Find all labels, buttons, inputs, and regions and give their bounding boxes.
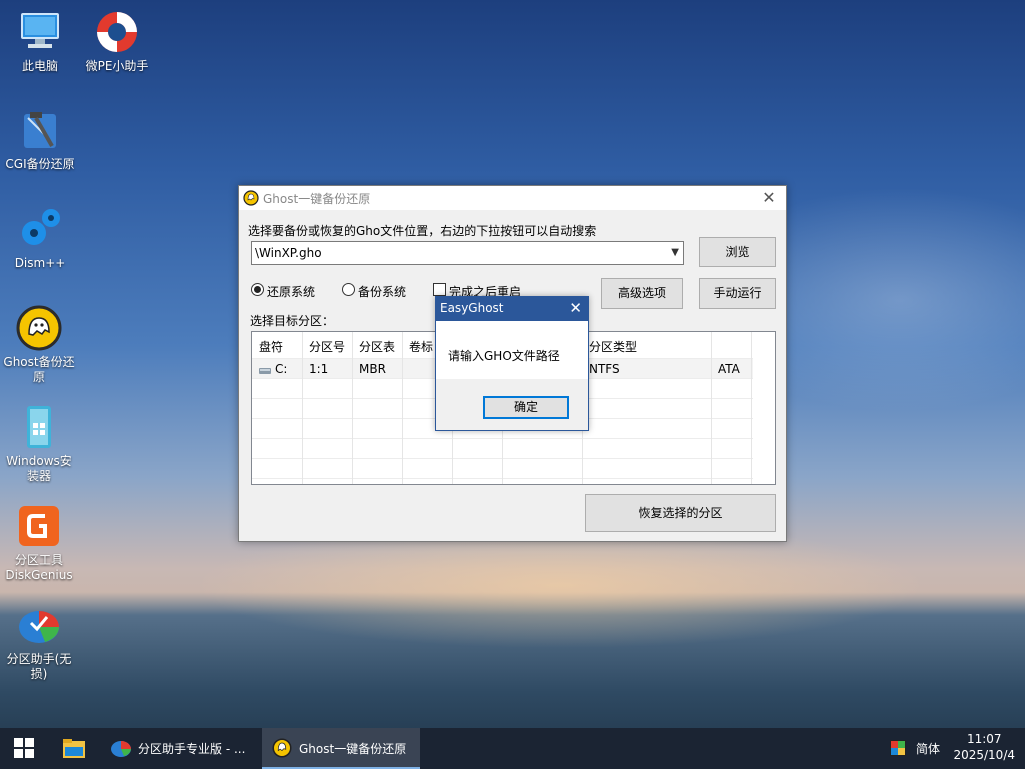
advanced-options-button[interactable]: 高级选项 <box>601 278 683 309</box>
file-explorer-button[interactable] <box>52 728 98 769</box>
title-bar[interactable]: Ghost一键备份还原 ✕ <box>239 186 786 210</box>
desktop-icon-label: CGI备份还原 <box>5 157 75 171</box>
column-header[interactable]: 分区表 <box>359 338 395 355</box>
close-icon[interactable]: ✕ <box>569 299 582 317</box>
browse-button[interactable]: 浏览 <box>699 237 776 267</box>
lifebuoy-icon <box>97 12 137 52</box>
gear-icon <box>22 209 60 245</box>
start-button[interactable] <box>0 728 48 769</box>
taskbar-item-partition-assistant[interactable]: 分区助手专业版 - ... <box>102 728 258 769</box>
desktop-icon-partition-assistant[interactable]: 分区助手(无 损) <box>1 601 77 682</box>
desktop-icon-label: Windows安 <box>6 454 72 468</box>
clock-date: 2025/10/4 <box>953 748 1015 762</box>
dialog-title-bar[interactable]: EasyGhost ✕ <box>436 297 588 321</box>
partition-table-cell: MBR <box>359 362 386 376</box>
desktop-icon-cgi[interactable]: CGI备份还原 <box>2 106 78 172</box>
desktop-icon-windows-installer[interactable]: Windows安 装器 <box>1 403 77 484</box>
manual-run-button[interactable]: 手动运行 <box>699 278 776 309</box>
restore-system-radio[interactable] <box>251 283 264 296</box>
desktop-icon-label: DiskGenius <box>5 568 73 582</box>
ime-indicator[interactable]: 简体 <box>916 740 940 757</box>
desktop-icon-label: 原 <box>32 370 45 384</box>
partition-number-cell: 1:1 <box>309 362 329 376</box>
taskbar: 分区助手专业版 - ... Ghost一键备份还原 简体 11:07 2025/… <box>0 728 1025 769</box>
ok-button[interactable]: 确定 <box>483 396 569 419</box>
drive-letter-cell: C: <box>275 362 288 376</box>
desktop-icon-label: Dism++ <box>14 256 66 270</box>
desktop-icon-label: 分区工具 <box>14 553 63 567</box>
backup-system-label[interactable]: 备份系统 <box>358 283 406 300</box>
restart-checkbox[interactable] <box>433 283 446 296</box>
dialog-message: 请输入GHO文件路径 <box>448 349 560 363</box>
partition-assistant-icon <box>111 741 131 757</box>
ghost-icon <box>16 305 62 351</box>
hammer-icon <box>24 112 56 148</box>
taskbar-item-label: Ghost一键备份还原 <box>299 742 407 756</box>
system-clock[interactable]: 11:07 2025/10/4 <box>953 731 1015 763</box>
column-header[interactable]: 分区号 <box>309 338 345 355</box>
desktop-icon-label: 损) <box>30 667 48 681</box>
column-header[interactable]: 分区类型 <box>589 338 637 355</box>
bus-type-cell: ATA <box>718 362 740 376</box>
close-icon[interactable]: ✕ <box>758 188 780 208</box>
filesystem-cell: NTFS <box>589 362 620 376</box>
desktop-icon-label: 装器 <box>26 469 51 483</box>
restore-system-label[interactable]: 还原系统 <box>267 283 315 300</box>
column-header[interactable]: 卷标 <box>409 338 433 355</box>
column-header[interactable]: 盘符 <box>259 338 283 355</box>
windows-logo-icon <box>14 738 34 758</box>
windows-installer-icon <box>27 406 51 448</box>
easyghost-dialog: EasyGhost ✕ 请输入GHO文件路径 确定 <box>435 296 589 431</box>
window-title: Ghost一键备份还原 <box>263 192 371 206</box>
desktop-icon-label: 分区助手(无 <box>6 652 72 666</box>
chevron-down-icon[interactable]: ▼ <box>671 247 679 258</box>
backup-system-radio[interactable] <box>342 283 355 296</box>
partition-assistant-icon <box>19 611 59 643</box>
diskgenius-icon <box>19 506 59 546</box>
taskbar-item-ghost[interactable]: Ghost一键备份还原 <box>262 728 420 769</box>
gho-path-value: \WinXP.gho <box>255 246 322 260</box>
desktop-icon-pe-helper[interactable]: 微PE小助手 <box>79 8 155 74</box>
dialog-title: EasyGhost <box>440 301 504 315</box>
desktop-icon-diskgenius[interactable]: 分区工具 DiskGenius <box>1 502 77 583</box>
ghost-icon <box>243 190 259 206</box>
desktop-icon-label: Ghost备份还 <box>3 355 75 369</box>
desktop-icon-ghost[interactable]: Ghost备份还 原 <box>1 304 77 385</box>
restore-selected-partition-button[interactable]: 恢复选择的分区 <box>585 494 776 532</box>
folder-icon <box>63 739 85 758</box>
gho-path-combobox[interactable]: \WinXP.gho ▼ <box>251 241 684 265</box>
clock-time: 11:07 <box>966 732 1002 746</box>
desktop-icon-dism[interactable]: Dism++ <box>2 205 78 271</box>
computer-icon <box>21 13 59 48</box>
desktop-icon-this-pc[interactable]: 此电脑 <box>2 8 78 74</box>
drive-icon <box>259 368 271 374</box>
instruction-label: 选择要备份或恢复的Gho文件位置，右边的下拉按钮可以自动搜索 <box>248 224 597 238</box>
desktop-icon-label: 此电脑 <box>21 59 58 73</box>
ghost-icon <box>272 738 292 758</box>
target-partition-label: 选择目标分区： <box>250 314 335 328</box>
taskbar-item-label: 分区助手专业版 - ... <box>138 742 246 756</box>
desktop-icon-label: 微PE小助手 <box>85 59 149 73</box>
display-color-icon[interactable] <box>890 740 906 756</box>
